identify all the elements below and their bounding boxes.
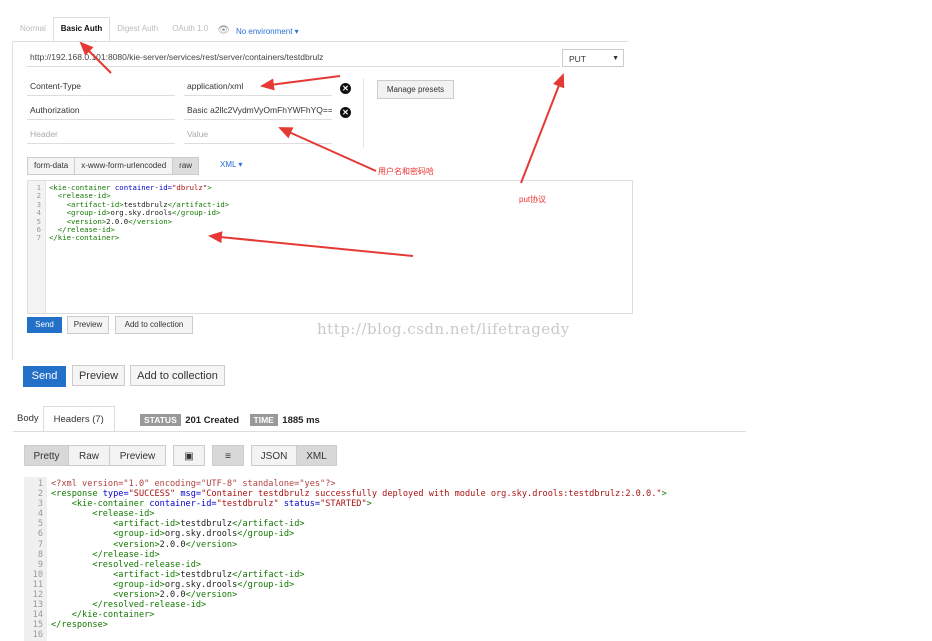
arrow-to-auth-value bbox=[278, 127, 377, 172]
arrow-to-request-body bbox=[208, 231, 414, 257]
arrow-to-basic-auth bbox=[79, 41, 112, 74]
annotation-arrows bbox=[79, 41, 565, 257]
annotation-put: put协议 bbox=[519, 195, 547, 204]
annotation-auth: 用户名和密码哈 bbox=[378, 167, 434, 176]
arrow-to-method bbox=[520, 73, 565, 184]
arrow-to-content-type bbox=[260, 75, 341, 91]
